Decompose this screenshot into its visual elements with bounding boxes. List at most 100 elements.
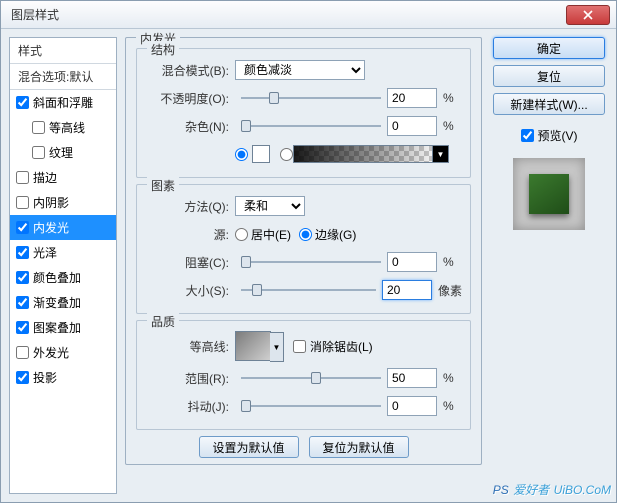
inner-glow-group: 内发光 结构 混合模式(B): 颜色减淡 不透明度(O): % xyxy=(125,37,482,465)
opacity-unit: % xyxy=(443,91,454,105)
noise-label: 杂色(N): xyxy=(145,118,235,135)
glow-color-swatch[interactable] xyxy=(252,145,270,163)
style-item-8[interactable]: 渐变叠加 xyxy=(10,290,116,315)
titlebar: 图层样式 xyxy=(1,1,616,29)
style-item-checkbox[interactable] xyxy=(16,321,29,334)
style-item-checkbox[interactable] xyxy=(16,296,29,309)
antialias-checkbox[interactable]: 消除锯齿(L) xyxy=(293,338,373,355)
style-item-label: 光泽 xyxy=(33,244,57,261)
style-item-checkbox[interactable] xyxy=(16,346,29,359)
glow-color-radio[interactable] xyxy=(235,148,248,161)
opacity-input[interactable] xyxy=(387,88,437,108)
style-item-label: 外发光 xyxy=(33,344,69,361)
range-input[interactable] xyxy=(387,368,437,388)
right-column: 确定 复位 新建样式(W)... 预览(V) xyxy=(490,37,608,494)
style-item-label: 纹理 xyxy=(49,144,73,161)
style-item-7[interactable]: 颜色叠加 xyxy=(10,265,116,290)
reset-default-button[interactable]: 复位为默认值 xyxy=(309,436,409,458)
jitter-label: 抖动(J): xyxy=(145,398,235,415)
cancel-button[interactable]: 复位 xyxy=(493,65,605,87)
style-item-label: 投影 xyxy=(33,369,57,386)
style-item-1[interactable]: 等高线 xyxy=(10,115,116,140)
choke-unit: % xyxy=(443,255,454,269)
blend-mode-label: 混合模式(B): xyxy=(145,62,235,79)
style-item-checkbox[interactable] xyxy=(32,146,45,159)
style-item-label: 描边 xyxy=(33,169,57,186)
blend-options-default[interactable]: 混合选项:默认 xyxy=(10,64,116,90)
source-label: 源: xyxy=(145,226,235,243)
source-edge-radio[interactable]: 边缘(G) xyxy=(299,226,356,243)
style-item-9[interactable]: 图案叠加 xyxy=(10,315,116,340)
size-slider[interactable] xyxy=(241,281,376,299)
style-item-label: 图案叠加 xyxy=(33,319,81,336)
choke-input[interactable] xyxy=(387,252,437,272)
blend-mode-select[interactable]: 颜色减淡 xyxy=(235,60,365,80)
new-style-button[interactable]: 新建样式(W)... xyxy=(493,93,605,115)
quality-title: 品质 xyxy=(147,313,179,330)
chevron-down-icon[interactable]: ▼ xyxy=(270,332,284,362)
opacity-label: 不透明度(O): xyxy=(145,90,235,107)
style-item-10[interactable]: 外发光 xyxy=(10,340,116,365)
preview-inner-icon xyxy=(529,174,569,214)
size-input[interactable] xyxy=(382,280,432,300)
style-item-label: 内阴影 xyxy=(33,194,69,211)
style-item-label: 内发光 xyxy=(33,219,69,236)
structure-group: 结构 混合模式(B): 颜色减淡 不透明度(O): % 杂色(N): xyxy=(136,48,471,178)
noise-slider[interactable] xyxy=(241,117,381,135)
style-list-header[interactable]: 样式 xyxy=(10,38,116,64)
glow-gradient-radio[interactable] xyxy=(280,148,293,161)
technique-select[interactable]: 柔和 xyxy=(235,196,305,216)
structure-title: 结构 xyxy=(147,41,179,58)
noise-unit: % xyxy=(443,119,454,133)
main-panel: 内发光 结构 混合模式(B): 颜色减淡 不透明度(O): % xyxy=(125,37,482,494)
technique-label: 方法(Q): xyxy=(145,198,235,215)
glow-gradient-swatch[interactable] xyxy=(293,145,433,163)
preview-thumbnail xyxy=(513,158,585,230)
style-item-checkbox[interactable] xyxy=(16,246,29,259)
style-item-label: 斜面和浮雕 xyxy=(33,94,93,111)
size-label: 大小(S): xyxy=(145,282,235,299)
style-item-label: 颜色叠加 xyxy=(33,269,81,286)
close-button[interactable] xyxy=(566,5,610,25)
gradient-dropdown-icon[interactable]: ▼ xyxy=(433,145,449,163)
contour-picker[interactable]: ▼ xyxy=(235,331,271,361)
source-center-radio[interactable]: 居中(E) xyxy=(235,226,291,243)
jitter-unit: % xyxy=(443,399,454,413)
style-item-4[interactable]: 内阴影 xyxy=(10,190,116,215)
style-item-checkbox[interactable] xyxy=(32,121,45,134)
opacity-slider[interactable] xyxy=(241,89,381,107)
style-item-checkbox[interactable] xyxy=(16,196,29,209)
style-list: 样式 混合选项:默认 斜面和浮雕等高线纹理描边内阴影内发光光泽颜色叠加渐变叠加图… xyxy=(9,37,117,494)
range-slider[interactable] xyxy=(241,369,381,387)
size-unit: 像素 xyxy=(438,282,462,299)
quality-group: 品质 等高线: ▼ 消除锯齿(L) 范围(R): % 抖动(J): xyxy=(136,320,471,430)
style-item-checkbox[interactable] xyxy=(16,271,29,284)
noise-input[interactable] xyxy=(387,116,437,136)
style-item-0[interactable]: 斜面和浮雕 xyxy=(10,90,116,115)
ok-button[interactable]: 确定 xyxy=(493,37,605,59)
style-item-label: 等高线 xyxy=(49,119,85,136)
jitter-slider[interactable] xyxy=(241,397,381,415)
dialog-title: 图层样式 xyxy=(11,6,59,23)
range-label: 范围(R): xyxy=(145,370,235,387)
contour-label: 等高线: xyxy=(145,338,235,355)
range-unit: % xyxy=(443,371,454,385)
style-item-checkbox[interactable] xyxy=(16,171,29,184)
style-item-checkbox[interactable] xyxy=(16,221,29,234)
close-icon xyxy=(583,10,593,20)
jitter-input[interactable] xyxy=(387,396,437,416)
style-item-checkbox[interactable] xyxy=(16,371,29,384)
choke-label: 阻塞(C): xyxy=(145,254,235,271)
style-item-3[interactable]: 描边 xyxy=(10,165,116,190)
style-item-11[interactable]: 投影 xyxy=(10,365,116,390)
style-item-6[interactable]: 光泽 xyxy=(10,240,116,265)
style-item-5[interactable]: 内发光 xyxy=(10,215,116,240)
style-item-2[interactable]: 纹理 xyxy=(10,140,116,165)
style-item-checkbox[interactable] xyxy=(16,96,29,109)
choke-slider[interactable] xyxy=(241,253,381,271)
elements-group: 图素 方法(Q): 柔和 源: 居中(E) 边缘(G) 阻塞(C): xyxy=(136,184,471,314)
preview-checkbox[interactable]: 预览(V) xyxy=(521,127,578,144)
set-default-button[interactable]: 设置为默认值 xyxy=(199,436,299,458)
layer-style-dialog: 图层样式 样式 混合选项:默认 斜面和浮雕等高线纹理描边内阴影内发光光泽颜色叠加… xyxy=(0,0,617,503)
elements-title: 图素 xyxy=(147,177,179,194)
